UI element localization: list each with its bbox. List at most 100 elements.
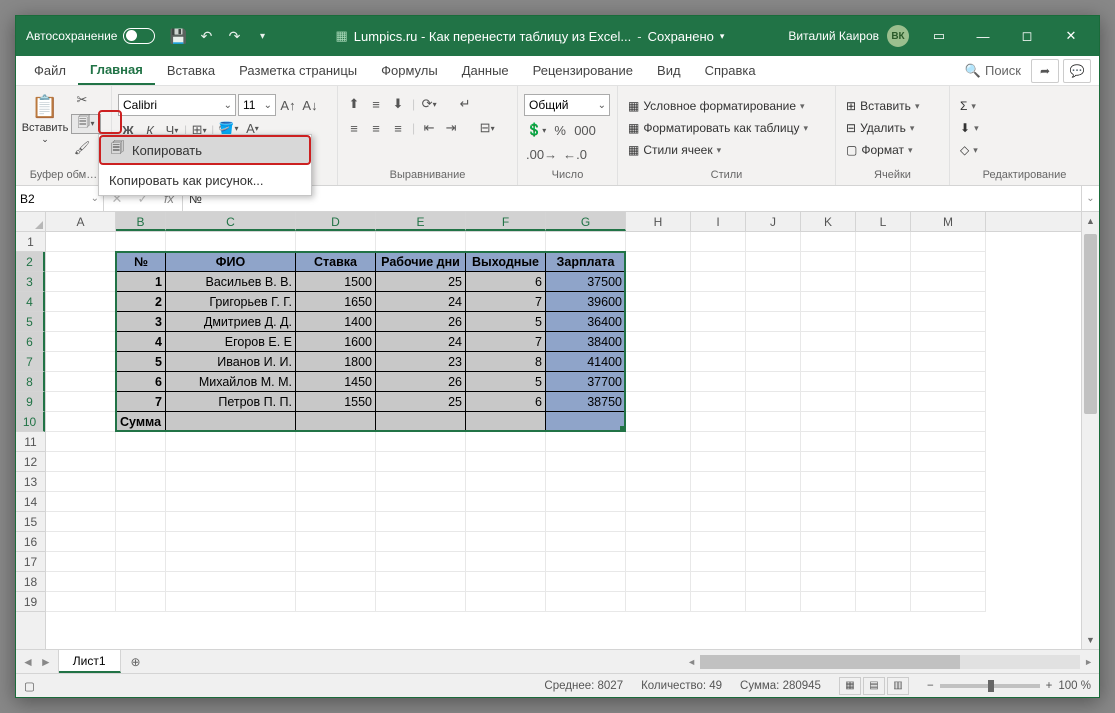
column-header[interactable]: B xyxy=(116,212,166,231)
cell[interactable] xyxy=(46,532,116,552)
column-header[interactable]: C xyxy=(166,212,296,231)
cell[interactable]: 6 xyxy=(466,392,546,412)
cell[interactable]: Петров П. П. xyxy=(166,392,296,412)
cell[interactable] xyxy=(801,232,856,252)
cell[interactable] xyxy=(376,532,466,552)
cell[interactable] xyxy=(626,492,691,512)
scrollbar-thumb[interactable] xyxy=(1084,234,1097,414)
cell[interactable] xyxy=(911,532,986,552)
cell[interactable]: 26 xyxy=(376,372,466,392)
cell[interactable] xyxy=(801,572,856,592)
cell[interactable]: 24 xyxy=(376,332,466,352)
cell[interactable] xyxy=(746,432,801,452)
cell[interactable]: 37500 xyxy=(546,272,626,292)
cell[interactable] xyxy=(746,532,801,552)
cell[interactable] xyxy=(691,432,746,452)
cell[interactable] xyxy=(801,552,856,572)
tab-page-layout[interactable]: Разметка страницы xyxy=(227,56,369,85)
decrease-font-icon[interactable]: A↓ xyxy=(300,95,320,115)
cell[interactable] xyxy=(166,552,296,572)
column-header[interactable]: H xyxy=(626,212,691,231)
cell[interactable] xyxy=(801,272,856,292)
cell[interactable]: Рабочие дни xyxy=(376,252,466,272)
name-box[interactable]: B2 xyxy=(16,186,104,211)
cell[interactable]: 5 xyxy=(116,352,166,372)
cell[interactable]: Егоров Е. Е xyxy=(166,332,296,352)
qat-customize-icon[interactable]: ▾ xyxy=(253,31,271,42)
cell[interactable] xyxy=(296,592,376,612)
saved-dropdown-icon[interactable]: ▾ xyxy=(720,31,725,42)
cell[interactable]: 25 xyxy=(376,272,466,292)
cell[interactable] xyxy=(626,252,691,272)
cell[interactable] xyxy=(296,532,376,552)
row-header[interactable]: 19 xyxy=(16,592,45,612)
cell[interactable] xyxy=(546,472,626,492)
cell[interactable]: 38400 xyxy=(546,332,626,352)
cell[interactable]: 25 xyxy=(376,392,466,412)
cell[interactable] xyxy=(746,412,801,432)
row-header[interactable]: 13 xyxy=(16,472,45,492)
font-size-select[interactable]: 11 xyxy=(238,94,276,116)
cell[interactable]: 7 xyxy=(466,332,546,352)
cell[interactable] xyxy=(691,292,746,312)
cell[interactable] xyxy=(296,432,376,452)
cell[interactable]: 1400 xyxy=(296,312,376,332)
cell[interactable] xyxy=(466,232,546,252)
cell[interactable] xyxy=(911,272,986,292)
sheet-tab-active[interactable]: Лист1 xyxy=(59,650,121,673)
cell[interactable] xyxy=(166,572,296,592)
cell[interactable] xyxy=(911,512,986,532)
cell[interactable] xyxy=(116,512,166,532)
cell[interactable] xyxy=(166,412,296,432)
cell[interactable]: 5 xyxy=(466,312,546,332)
cell[interactable] xyxy=(46,252,116,272)
accounting-format-icon[interactable]: 💲▾ xyxy=(524,120,548,140)
cell[interactable] xyxy=(626,532,691,552)
cell[interactable] xyxy=(116,232,166,252)
cell[interactable] xyxy=(801,492,856,512)
cell[interactable] xyxy=(546,532,626,552)
format-painter-button[interactable]: 🖌 xyxy=(71,138,93,158)
copy-split-button[interactable]: 🗐 ▾ xyxy=(71,114,101,134)
cell[interactable] xyxy=(166,492,296,512)
cell[interactable] xyxy=(296,572,376,592)
cell[interactable] xyxy=(801,352,856,372)
cell[interactable] xyxy=(46,312,116,332)
cell[interactable] xyxy=(691,452,746,472)
cell[interactable] xyxy=(166,532,296,552)
cell[interactable] xyxy=(46,592,116,612)
save-icon[interactable]: 💾 xyxy=(169,28,187,45)
cell[interactable] xyxy=(856,552,911,572)
cell[interactable] xyxy=(911,392,986,412)
cell[interactable] xyxy=(626,552,691,572)
percent-format-icon[interactable]: % xyxy=(550,120,570,140)
format-as-table-button[interactable]: ▦Форматировать как таблицу▾ xyxy=(624,118,812,138)
column-header[interactable]: J xyxy=(746,212,801,231)
cell[interactable] xyxy=(466,552,546,572)
zoom-slider[interactable] xyxy=(940,684,1040,688)
delete-cells-button[interactable]: ⊟Удалить▾ xyxy=(842,118,918,138)
cell[interactable] xyxy=(746,492,801,512)
cell[interactable]: 1600 xyxy=(296,332,376,352)
cell[interactable] xyxy=(801,532,856,552)
row-header[interactable]: 1 xyxy=(16,232,45,252)
cell[interactable] xyxy=(911,252,986,272)
cell[interactable] xyxy=(911,292,986,312)
cell[interactable] xyxy=(911,572,986,592)
cell[interactable] xyxy=(546,552,626,572)
cell[interactable] xyxy=(746,452,801,472)
prev-sheet-icon[interactable]: ◄ xyxy=(22,655,34,669)
cell[interactable] xyxy=(376,472,466,492)
cell[interactable] xyxy=(46,232,116,252)
cell[interactable] xyxy=(911,552,986,572)
cell[interactable] xyxy=(376,412,466,432)
cell[interactable] xyxy=(691,512,746,532)
cell[interactable] xyxy=(466,452,546,472)
row-header[interactable]: 8 xyxy=(16,372,45,392)
comma-format-icon[interactable]: 000 xyxy=(572,120,598,140)
expand-formula-bar-icon[interactable]: ⌄ xyxy=(1081,186,1099,211)
cell[interactable] xyxy=(801,332,856,352)
cell[interactable] xyxy=(116,492,166,512)
cell[interactable] xyxy=(801,412,856,432)
cell[interactable] xyxy=(626,412,691,432)
